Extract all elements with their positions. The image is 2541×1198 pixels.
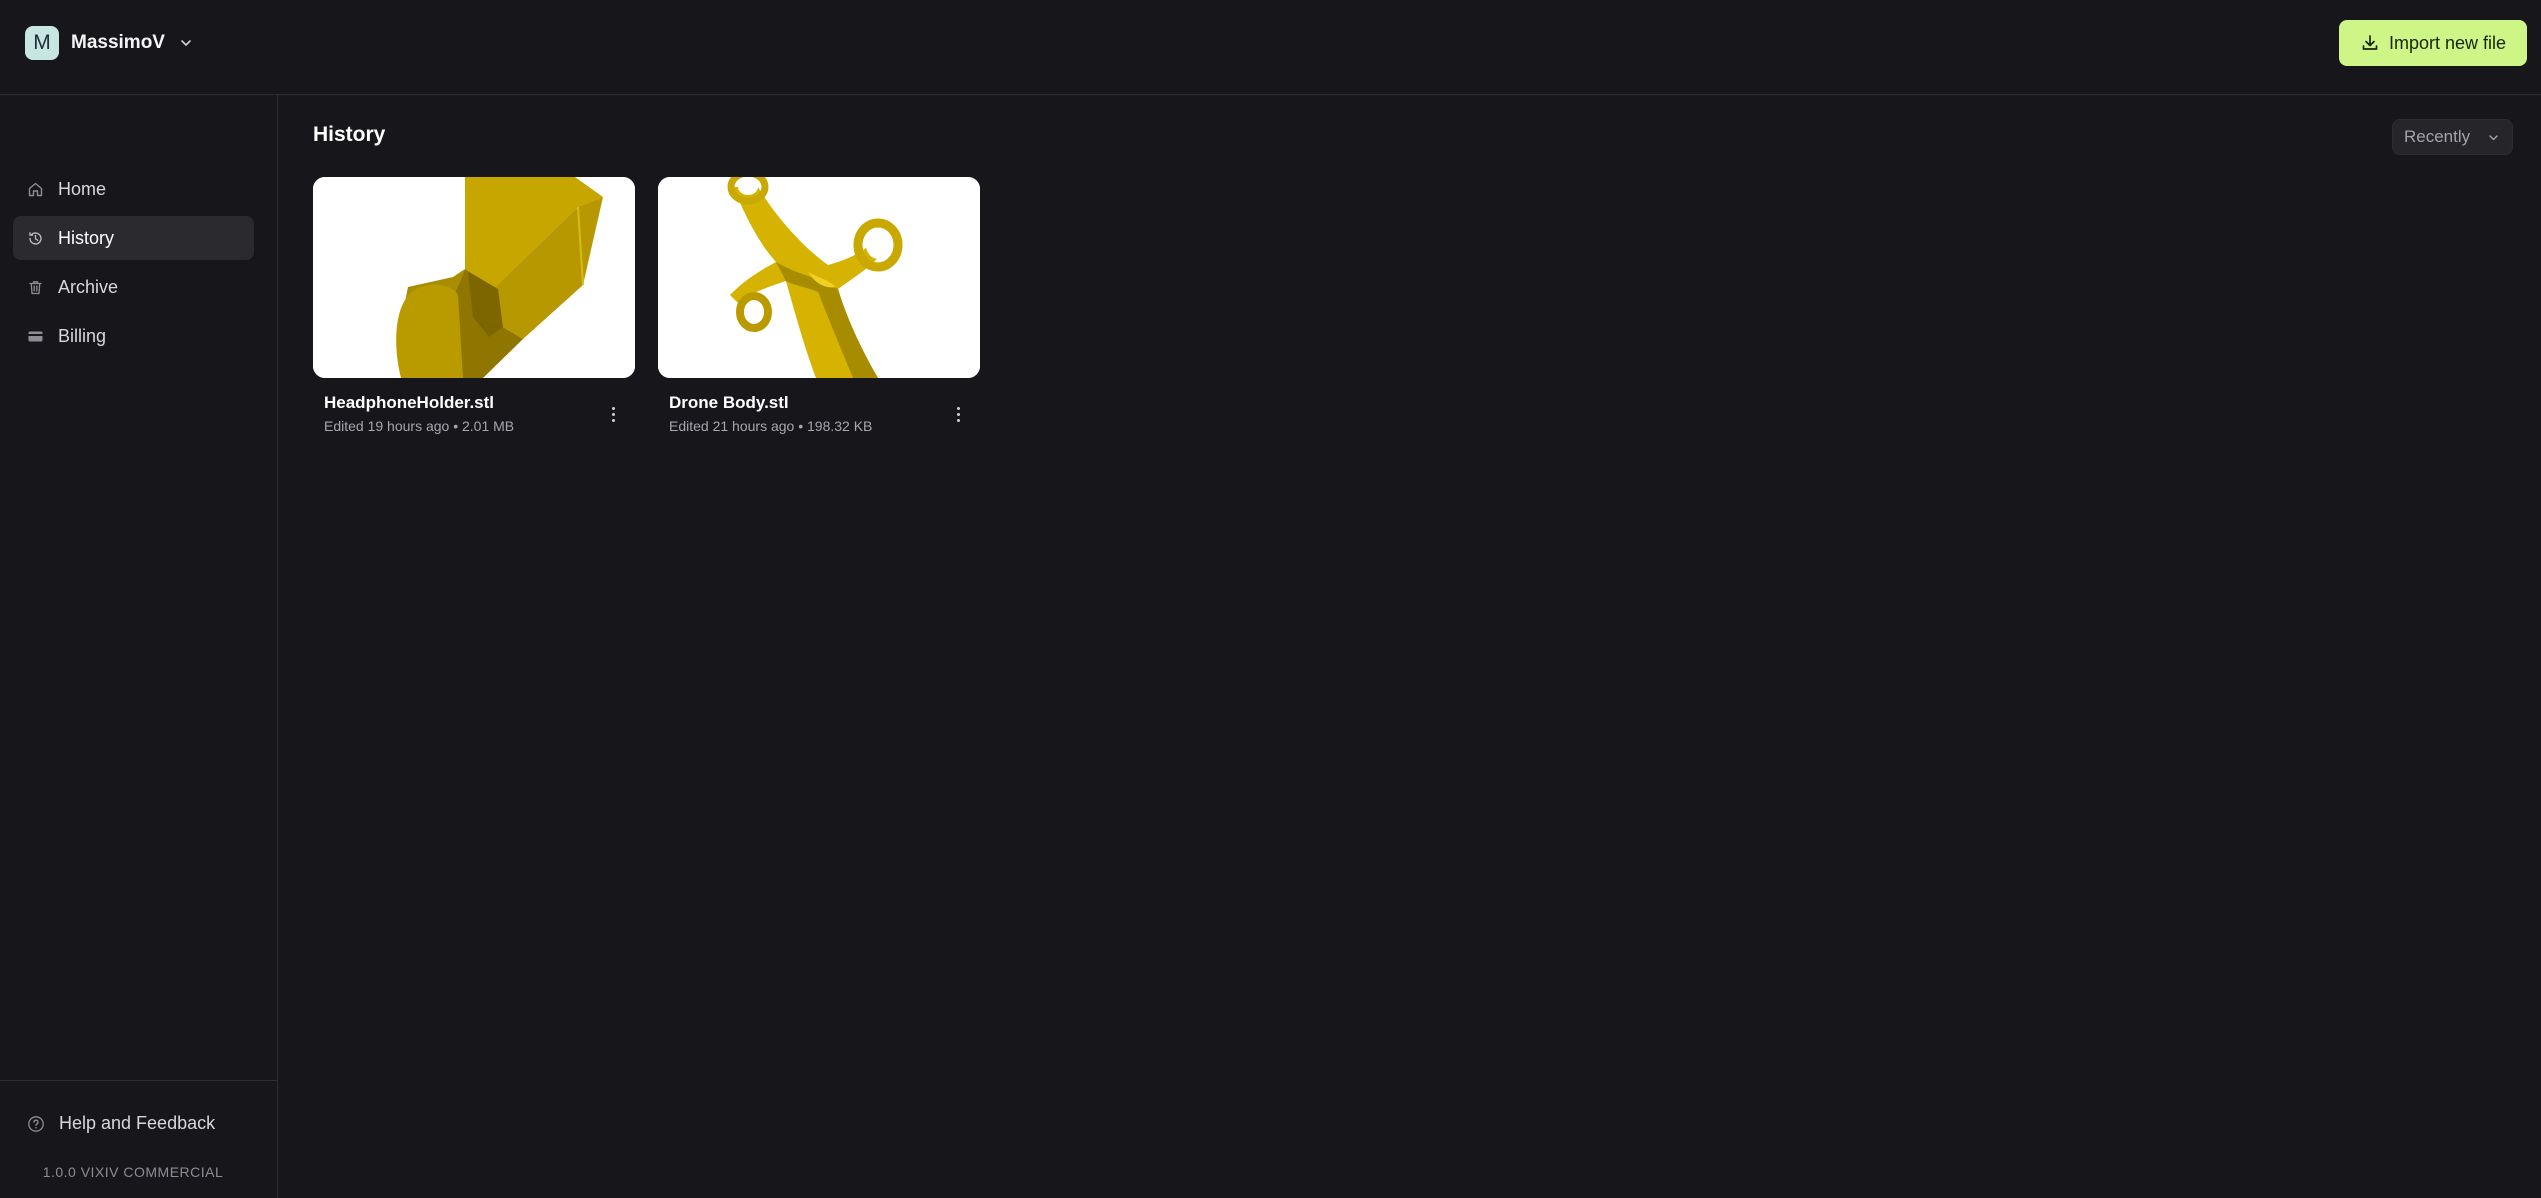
sidebar-item-archive[interactable]: Archive	[13, 265, 254, 309]
more-vertical-icon	[611, 406, 615, 410]
file-thumbnail[interactable]	[313, 177, 635, 378]
help-and-feedback-link[interactable]: Help and Feedback	[27, 1113, 215, 1134]
home-icon	[27, 181, 44, 198]
avatar: M	[25, 26, 59, 60]
file-name: Drone Body.stl	[669, 393, 789, 412]
more-dot	[956, 418, 960, 422]
top-bar: M MassimoV Import new file	[0, 0, 2541, 95]
sidebar-item-home[interactable]: Home	[13, 167, 254, 211]
download-icon	[2360, 33, 2380, 53]
import-button-label: Import new file	[2388, 32, 2507, 53]
sidebar-item-label: History	[58, 227, 115, 248]
sort-selected-value: Recently	[2404, 127, 2471, 146]
trash-icon	[27, 279, 44, 296]
file-info: Edited 21 hours ago • 198.32 KB	[669, 418, 873, 434]
chevron-down-icon	[179, 36, 193, 50]
more-options-button[interactable]	[948, 402, 968, 426]
more-vertical-icon	[956, 406, 960, 410]
credit-card-icon	[27, 328, 44, 345]
more-dot	[956, 412, 960, 416]
file-grid: HeadphoneHolder.stl Edited 19 hours ago …	[313, 177, 980, 440]
file-meta: HeadphoneHolder.stl Edited 19 hours ago …	[313, 378, 635, 440]
chevron-down-icon	[2488, 132, 2499, 143]
file-card[interactable]: HeadphoneHolder.stl Edited 19 hours ago …	[313, 177, 635, 440]
file-info: Edited 19 hours ago • 2.01 MB	[324, 418, 515, 434]
more-dot	[611, 418, 615, 422]
history-icon	[27, 230, 44, 247]
sidebar-item-label: Home	[58, 178, 107, 199]
more-dot	[611, 412, 615, 416]
model-preview-image	[313, 177, 635, 378]
model-preview-image	[658, 177, 980, 378]
file-card[interactable]: Drone Body.stl Edited 21 hours ago • 198…	[658, 177, 980, 440]
main-content: History Recently HeadphoneHolder.stl Edi…	[279, 95, 2541, 1198]
file-name: HeadphoneHolder.stl	[324, 393, 495, 412]
sidebar-item-history[interactable]: History	[13, 216, 254, 260]
account-name: MassimoV	[71, 32, 165, 53]
import-new-file-button[interactable]: Import new file	[2339, 20, 2527, 66]
file-meta: Drone Body.stl Edited 21 hours ago • 198…	[658, 378, 980, 440]
sidebar-nav: Home History Archive Billing	[13, 167, 254, 363]
help-label: Help and Feedback	[59, 1113, 216, 1133]
page-title: History	[313, 123, 386, 146]
sidebar-item-label: Archive	[58, 276, 119, 297]
sort-dropdown[interactable]: Recently	[2392, 119, 2513, 155]
account-switcher[interactable]: M MassimoV	[25, 26, 193, 60]
sidebar: Home History Archive Billing Help and Fe…	[0, 95, 278, 1198]
sidebar-item-billing[interactable]: Billing	[13, 314, 254, 358]
app-version: 1.0.0 VIXIV COMMERCIAL	[42, 1164, 224, 1180]
file-thumbnail[interactable]	[658, 177, 980, 378]
help-icon	[27, 1115, 45, 1133]
sidebar-item-label: Billing	[58, 325, 107, 346]
more-options-button[interactable]	[603, 402, 623, 426]
sidebar-footer: Help and Feedback 1.0.0 VIXIV COMMERCIAL	[0, 1080, 277, 1198]
